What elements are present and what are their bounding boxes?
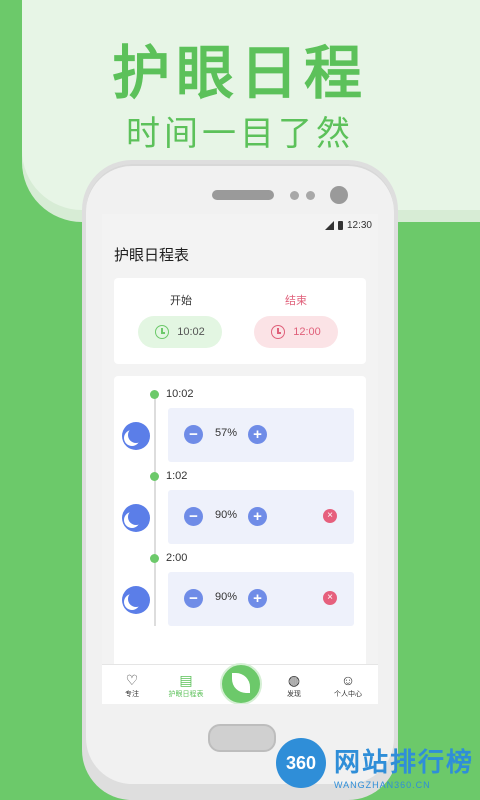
- tab-label: 个人中心: [334, 691, 362, 698]
- moon-icon: [122, 586, 150, 614]
- decrease-button[interactable]: −: [184, 425, 203, 444]
- tab-label: 专注: [125, 691, 139, 698]
- sensor-dot: [290, 191, 299, 200]
- signal-icon: [324, 220, 334, 230]
- time-range-card: 开始 结束 10:02 12:00: [114, 278, 366, 364]
- brightness-panel: − 90% + ×: [168, 490, 354, 544]
- leaf-action-button[interactable]: [220, 663, 262, 704]
- battery-icon: [337, 220, 343, 230]
- increase-button[interactable]: +: [248, 425, 267, 444]
- moon-icon: [122, 504, 150, 532]
- brightness-value: 90%: [214, 591, 238, 603]
- brightness-value: 57%: [214, 427, 238, 439]
- tab-focus[interactable]: ♡ 专注: [106, 671, 158, 699]
- tab-profile[interactable]: ☺ 个人中心: [322, 671, 374, 699]
- end-time-value: 12:00: [293, 326, 321, 338]
- tab-discover[interactable]: ◍ 发现: [268, 671, 320, 699]
- end-label: 结束: [285, 295, 307, 307]
- watermark-logo: 360: [276, 738, 326, 788]
- watermark-url: WANGZHAN360.CN: [334, 780, 431, 790]
- delete-button[interactable]: ×: [323, 509, 337, 523]
- moon-icon: [122, 422, 150, 450]
- end-time-button[interactable]: 12:00: [254, 316, 338, 348]
- timeline-dot: [150, 554, 159, 563]
- timeline-dot: [150, 390, 159, 399]
- entry-time[interactable]: 1:02: [166, 470, 187, 482]
- increase-button[interactable]: +: [248, 507, 267, 526]
- sensor-dot: [306, 191, 315, 200]
- watermark-text: 网站排行榜: [334, 747, 475, 777]
- page-title: 护眼日程表: [114, 246, 190, 264]
- status-time: 12:30: [346, 219, 372, 231]
- brightness-value: 90%: [214, 509, 238, 521]
- schedule-entry: 1:02 − 90% + ×: [114, 470, 366, 554]
- watermark: 360 网站排行榜 WANGZHAN360.CN: [276, 736, 480, 800]
- heart-icon: ♡: [125, 672, 139, 688]
- home-button: [208, 724, 276, 752]
- start-time-value: 10:02: [177, 326, 205, 338]
- camera: [330, 186, 348, 204]
- delete-button[interactable]: ×: [323, 591, 337, 605]
- planet-icon: ◍: [287, 672, 301, 688]
- schedule-entry: 2:00 − 90% + ×: [114, 552, 366, 636]
- speaker: [212, 190, 274, 200]
- calendar-icon: ▤: [179, 672, 193, 688]
- status-bar: 12:30: [102, 214, 378, 236]
- schedule-list: 10:02 − 57% + 1:02 − 90% + × 2:00 − 90% …: [114, 376, 366, 676]
- tab-schedule[interactable]: ▤ 护眼日程表: [160, 671, 212, 699]
- clock-icon: [155, 325, 170, 339]
- schedule-entry: 10:02 − 57% +: [114, 388, 366, 472]
- decrease-button[interactable]: −: [184, 589, 203, 608]
- decrease-button[interactable]: −: [184, 507, 203, 526]
- brightness-panel: − 90% + ×: [168, 572, 354, 626]
- hero-title: 护眼日程: [111, 41, 368, 106]
- increase-button[interactable]: +: [248, 589, 267, 608]
- tab-label: 发现: [287, 691, 301, 698]
- timeline-dot: [150, 472, 159, 481]
- app-screen: 12:30 护眼日程表 开始 结束 10:02 12:00 10:02 − 57…: [102, 214, 378, 704]
- entry-time[interactable]: 10:02: [166, 388, 194, 400]
- bottom-tab-bar: ♡ 专注 ▤ 护眼日程表 ◍ 发现 ☺ 个人中心: [102, 663, 378, 704]
- entry-time[interactable]: 2:00: [166, 552, 187, 564]
- user-icon: ☺: [340, 672, 356, 688]
- start-time-button[interactable]: 10:02: [138, 316, 222, 348]
- clock-icon: [271, 325, 286, 339]
- phone-mockup: 12:30 护眼日程表 开始 结束 10:02 12:00 10:02 − 57…: [86, 164, 394, 784]
- tab-label: 护眼日程表: [168, 691, 204, 698]
- start-label: 开始: [170, 295, 192, 307]
- brightness-panel: − 57% +: [168, 408, 354, 462]
- hero-subtitle: 时间一目了然: [126, 115, 354, 153]
